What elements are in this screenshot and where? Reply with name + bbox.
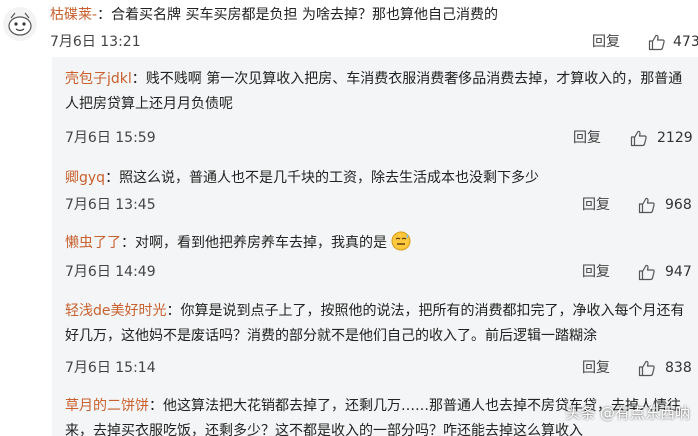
- reply-content: 轻浅de美好时光：你算是说到点子上了，按照他的说法，把所有的消费都扣完了，净收入…: [65, 303, 685, 344]
- thumb-up-icon[interactable]: [630, 129, 648, 147]
- top-comment: 枯碟莱-：合着买名牌 买车买房都是负担 为啥去掉？那也算他自己消费的 7月6日 …: [0, 0, 698, 56]
- reply-item: 壳包子jdkl：贱不贱啊 第一次见算收入把房、车消费衣服消费奢侈品消费去掉，才算…: [52, 57, 698, 155]
- reply-date: 7月6日 15:59: [65, 130, 156, 146]
- reply-text: 照这么说，普通人也不是几千块的工资，除去生活成本也没剩下多少: [119, 170, 540, 186]
- avatar[interactable]: [3, 7, 37, 41]
- reply-content: 懒虫了了：对啊，看到他把养房养车去掉，我真的是: [65, 231, 693, 256]
- watermark: 头条 @有点东西呐: [565, 404, 690, 422]
- reply-button[interactable]: 回复: [592, 32, 620, 52]
- reply-item: 轻浅de美好时光：你算是说到点子上了，按照他的说法，把所有的消费都扣完了，净收入…: [52, 297, 698, 383]
- reply-username[interactable]: 草月的二饼饼: [65, 398, 149, 414]
- reply-thread: 壳包子jdkl：贱不贱啊 第一次见算收入把房、车消费衣服消费奢侈品消费去掉，才算…: [52, 57, 698, 436]
- like-count: 947: [665, 264, 692, 280]
- reply-button[interactable]: 回复: [582, 262, 610, 282]
- reply-item: 懒虫了了：对啊，看到他把养房养车去掉，我真的是 7月6日 14:49 回复 94…: [52, 231, 698, 291]
- comment-username[interactable]: 枯碟莱-: [50, 7, 97, 23]
- reply-button[interactable]: 回复: [582, 358, 610, 378]
- reply-username[interactable]: 轻浅de美好时光: [65, 303, 167, 319]
- reply-username[interactable]: 卿gyq: [65, 170, 105, 186]
- reply-content: 卿gyq：照这么说，普通人也不是几千块的工资，除去生活成本也没剩下多少: [65, 170, 540, 186]
- comment-date: 7月6日 13:21: [50, 34, 141, 50]
- reply-username[interactable]: 懒虫了了: [65, 235, 121, 251]
- reply-text: 对啊，看到他把养房养车去掉，我真的是: [135, 235, 387, 251]
- reply-button[interactable]: 回复: [582, 195, 610, 215]
- cartoon-avatar-icon: [3, 7, 37, 41]
- reply-date: 7月6日 13:45: [65, 197, 156, 213]
- reply-date: 7月6日 15:14: [65, 360, 156, 376]
- like-count: 838: [665, 360, 692, 376]
- reply-item: 卿gyq：照这么说，普通人也不是几千块的工资，除去生活成本也没剩下多少 7月6日…: [52, 164, 698, 224]
- reply-date: 7月6日 14:49: [65, 264, 156, 280]
- like-count: 473: [673, 34, 698, 50]
- reply-content: 壳包子jdkl：贱不贱啊 第一次见算收入把房、车消费衣服消费奢侈品消费去掉，才算…: [65, 71, 683, 112]
- thumb-up-icon[interactable]: [638, 263, 656, 281]
- thumb-up-icon[interactable]: [638, 196, 656, 214]
- like-count: 968: [665, 197, 692, 213]
- thumb-up-icon[interactable]: [648, 33, 666, 51]
- reply-text: 贱不贱啊 第一次见算收入把房、车消费衣服消费奢侈品消费去掉，才算收入的，那普通人…: [65, 71, 683, 112]
- comment-text: 合着买名牌 买车买房都是负担 为啥去掉？那也算他自己消费的: [111, 7, 498, 23]
- reply-button[interactable]: 回复: [573, 128, 601, 148]
- sweat-emoji-icon: [391, 231, 411, 251]
- thumb-up-icon[interactable]: [638, 359, 656, 377]
- reply-username[interactable]: 壳包子jdkl: [65, 71, 132, 87]
- comment-line: 枯碟莱-：合着买名牌 买车买房都是负担 为啥去掉？那也算他自己消费的: [50, 7, 498, 23]
- like-count: 2129: [657, 130, 693, 146]
